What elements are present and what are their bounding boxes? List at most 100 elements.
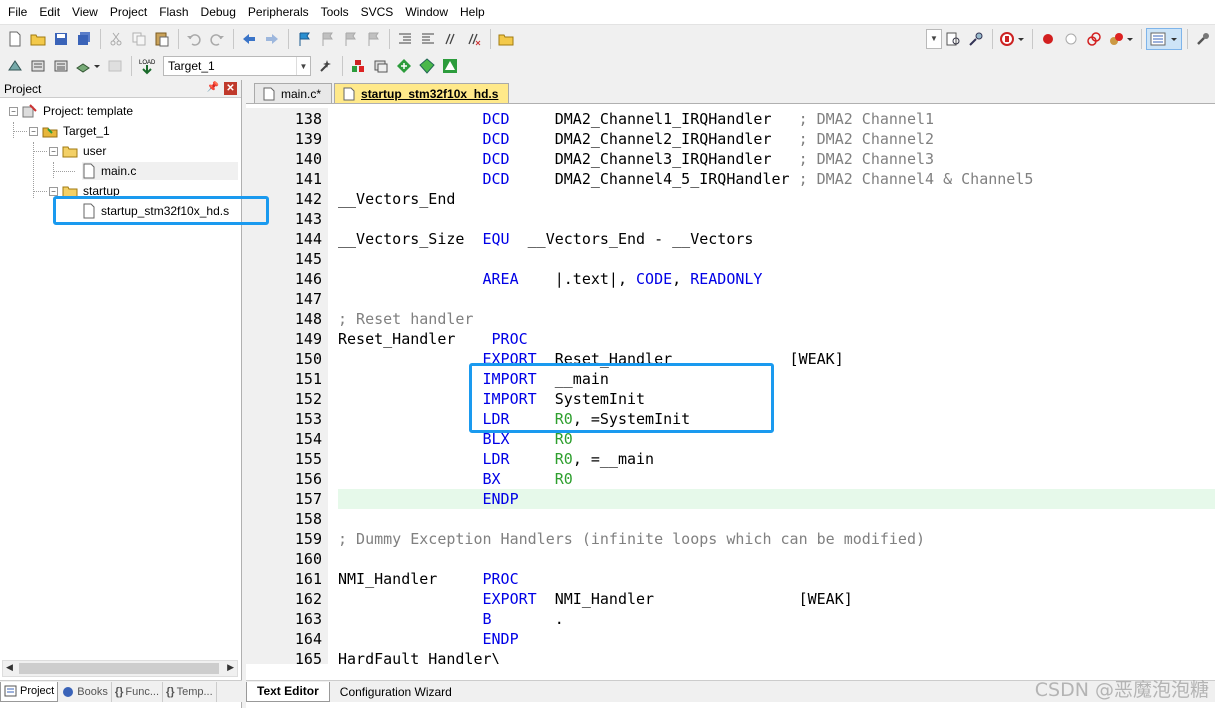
open-folder-icon[interactable] (27, 28, 49, 50)
code-line[interactable]: ; Dummy Exception Handlers (infinite loo… (338, 529, 925, 549)
save-all-icon[interactable] (73, 28, 95, 50)
code-line[interactable]: EXPORT Reset_Handler [WEAK] (338, 349, 844, 369)
scroll-thumb[interactable] (19, 663, 219, 674)
save-icon[interactable] (50, 28, 72, 50)
batch-build-icon[interactable] (73, 55, 103, 77)
code-line[interactable]: DCD DMA2_Channel1_IRQHandler ; DMA2 Chan… (338, 109, 935, 129)
code-line[interactable]: LDR R0, =SystemInit (338, 409, 691, 429)
menu-view[interactable]: View (66, 0, 104, 24)
code-line[interactable]: DCD DMA2_Channel3_IRQHandler ; DMA2 Chan… (338, 149, 935, 169)
bookmark-icon[interactable] (293, 28, 315, 50)
tab-functions[interactable]: {} Func... (112, 681, 164, 702)
tab-books[interactable]: Books (58, 681, 112, 702)
scroll-right-icon[interactable]: ▶ (227, 662, 234, 673)
scroll-left-icon[interactable]: ◀ (6, 662, 13, 673)
code-line[interactable]: ; Reset handler (338, 309, 473, 329)
configure-windows-icon[interactable] (1106, 28, 1136, 50)
next-bookmark-icon[interactable] (339, 28, 361, 50)
comment-icon[interactable] (440, 28, 462, 50)
uncomment-icon[interactable] (463, 28, 485, 50)
undo-icon[interactable] (183, 28, 205, 50)
select-software-packs-icon[interactable] (416, 55, 438, 77)
code-line[interactable]: ENDP (338, 489, 519, 509)
horizontal-scrollbar[interactable]: ◀ ▶ (2, 660, 238, 677)
code-line[interactable]: EXPORT NMI_Handler [WEAK] (338, 589, 853, 609)
menu-edit[interactable]: Edit (33, 0, 66, 24)
prev-bookmark-icon[interactable] (316, 28, 338, 50)
tree-row-file-startup[interactable]: startup_stm32f10x_hd.s (82, 202, 229, 220)
menu-tools[interactable]: Tools (315, 0, 355, 24)
find-in-files-icon[interactable] (495, 28, 517, 50)
tree-row-group-startup[interactable]: − startup (49, 182, 120, 200)
menu-svcs[interactable]: SVCS (355, 0, 400, 24)
wrench-icon[interactable] (1192, 28, 1214, 50)
pin-icon[interactable]: 📌 (207, 82, 219, 93)
menu-window[interactable]: Window (399, 0, 454, 24)
collapse-toggle[interactable]: − (9, 106, 18, 116)
run-time-environment-icon[interactable] (439, 55, 461, 77)
window-layout-icon[interactable] (1146, 27, 1182, 50)
tree-row-file-main[interactable]: main.c (82, 162, 238, 180)
redo-icon[interactable] (206, 28, 228, 50)
download-icon[interactable]: LOAD (136, 55, 158, 77)
manage-packs-icon[interactable] (393, 55, 415, 77)
target-options-icon[interactable] (315, 55, 337, 77)
unindent-icon[interactable] (417, 28, 439, 50)
code-line[interactable]: DCD DMA2_Channel2_IRQHandler ; DMA2 Chan… (338, 129, 935, 149)
code-line[interactable]: __Vectors_End (338, 189, 455, 209)
collapse-toggle[interactable]: − (49, 186, 58, 196)
clear-bookmarks-icon[interactable] (362, 28, 384, 50)
code-line[interactable]: LDR R0, =__main (338, 449, 655, 469)
code-line[interactable]: IMPORT SystemInit (338, 389, 646, 409)
code-line[interactable]: HardFault_Handler\ (338, 649, 501, 664)
code-line[interactable]: NMI_Handler PROC (338, 569, 519, 589)
menu-project[interactable]: Project (104, 0, 153, 24)
paste-icon[interactable] (151, 28, 173, 50)
indent-icon[interactable] (394, 28, 416, 50)
tab-project[interactable]: Project (0, 681, 59, 702)
tab-startup-file[interactable]: startup_stm32f10x_hd.s (334, 83, 510, 103)
tree-row-group-user[interactable]: − user (49, 142, 106, 160)
menu-debug[interactable]: Debug (195, 0, 242, 24)
code-line[interactable]: DCD DMA2_Channel4_5_IRQHandler ; DMA2 Ch… (338, 169, 1034, 189)
code-line[interactable]: AREA |.text|, CODE, READONLY (338, 269, 763, 289)
cut-icon[interactable] (105, 28, 127, 50)
tab-configuration-wizard[interactable]: Configuration Wizard (330, 682, 462, 702)
kill-breakpoints-icon[interactable] (1083, 28, 1105, 50)
tree-row-target[interactable]: − Target_1 (29, 122, 110, 140)
code-line[interactable]: BLX R0 (338, 429, 573, 449)
collapse-toggle[interactable]: − (49, 146, 58, 156)
menu-peripherals[interactable]: Peripherals (242, 0, 315, 24)
translate-icon[interactable] (4, 55, 26, 77)
find-icon[interactable] (942, 28, 964, 50)
menu-help[interactable]: Help (454, 0, 491, 24)
menu-flash[interactable]: Flash (153, 0, 194, 24)
code-line[interactable]: B . (338, 609, 564, 629)
debug-session-icon[interactable] (997, 28, 1027, 50)
tab-text-editor[interactable]: Text Editor (246, 681, 330, 702)
new-file-icon[interactable] (4, 28, 26, 50)
nav-back-icon[interactable] (238, 28, 260, 50)
incremental-find-icon[interactable] (965, 28, 987, 50)
menu-file[interactable]: File (2, 0, 33, 24)
build-icon[interactable] (27, 55, 49, 77)
target-select[interactable]: Target_1 ▼ (163, 56, 311, 76)
code-editor[interactable]: 138 139 140 141 142 143 144 145 146 147 148 149 150 1… (246, 108, 1215, 664)
close-icon[interactable]: ✕ (224, 82, 237, 95)
file-extensions-icon[interactable] (370, 55, 392, 77)
manage-project-icon[interactable] (347, 55, 369, 77)
stop-build-icon[interactable] (104, 55, 126, 77)
code-line[interactable]: IMPORT __main (338, 369, 609, 389)
code-line[interactable]: ENDP (338, 629, 519, 649)
tree-row-project[interactable]: − Project: template (9, 102, 133, 120)
find-combo[interactable]: ▼ (926, 28, 942, 49)
tab-templates[interactable]: {} Temp... (163, 681, 217, 702)
copy-icon[interactable] (128, 28, 150, 50)
breakpoint-icon[interactable] (1037, 28, 1059, 50)
rebuild-icon[interactable] (50, 55, 72, 77)
tab-main-c[interactable]: main.c* (254, 83, 333, 103)
code-text[interactable]: DCD DMA2_Channel1_IRQHandler ; DMA2 Chan… (338, 108, 1215, 664)
code-line[interactable]: BX R0 (338, 469, 573, 489)
code-line[interactable]: Reset_Handler PROC (338, 329, 528, 349)
disable-breakpoint-icon[interactable] (1060, 28, 1082, 50)
